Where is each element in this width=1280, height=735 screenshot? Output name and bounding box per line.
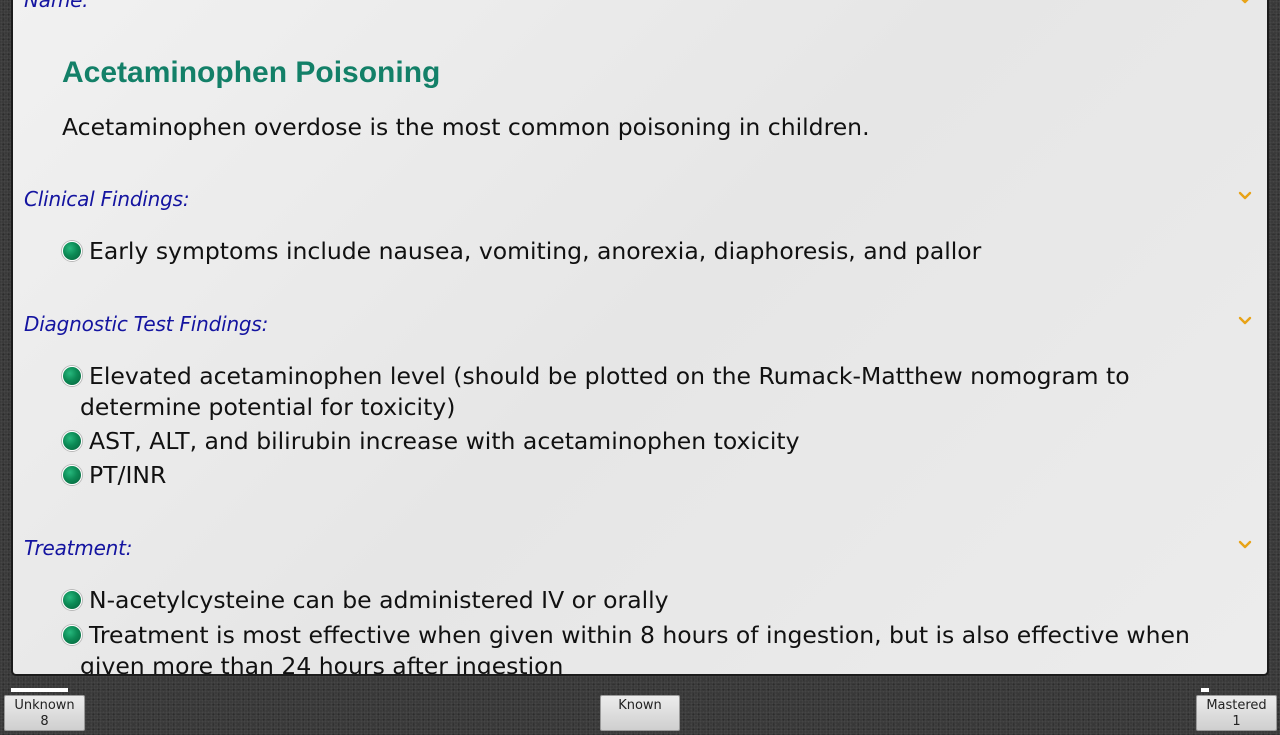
known-button[interactable]: Known [600,695,680,731]
mastered-count: 1 [1232,714,1241,729]
list-item: Treatment is most effective when given w… [62,620,1242,674]
card-intro: Acetaminophen overdose is the most commo… [62,113,870,141]
list-item: AST, ALT, and bilirubin increase with ac… [62,426,1242,457]
list-item: PT/INR [62,460,1242,491]
list-item: N-acetylcysteine can be administered IV … [62,585,1242,616]
green-dot-icon [62,431,82,451]
green-dot-icon [62,625,82,645]
list-item: Early symptoms include nausea, vomiting,… [62,236,1242,267]
unknown-button[interactable]: Unknown 8 [4,695,85,731]
unknown-progress-bar [11,688,68,692]
chevron-down-icon[interactable] [1237,0,1253,8]
mastered-label: Mastered [1206,698,1267,713]
section-header-name[interactable]: Name: [24,0,1253,23]
section-header-diagnostic[interactable]: Diagnostic Test Findings: [24,312,1253,338]
known-label: Known [618,698,662,713]
chevron-down-icon[interactable] [1237,188,1253,204]
section-header-treatment[interactable]: Treatment: [24,536,1253,562]
card-title: Acetaminophen Poisoning [62,56,441,89]
section-label-treatment: Treatment: [24,536,133,560]
green-dot-icon [62,465,82,485]
green-dot-icon [62,241,82,261]
section-header-clinical[interactable]: Clinical Findings: [24,187,1253,213]
unknown-label: Unknown [14,698,75,713]
chevron-down-icon[interactable] [1237,537,1253,553]
flashcard: Name: Acetaminophen Poisoning Acetaminop… [11,0,1269,676]
green-dot-icon [62,366,82,386]
section-label-name: Name: [24,0,89,12]
section-label-clinical: Clinical Findings: [24,187,190,211]
green-dot-icon [62,590,82,610]
section-label-diagnostic: Diagnostic Test Findings: [24,312,269,336]
unknown-count: 8 [40,714,49,729]
chevron-down-icon[interactable] [1237,313,1253,329]
mastered-progress-bar [1201,688,1209,692]
list-item: Elevated acetaminophen level (should be … [62,361,1242,423]
mastered-button[interactable]: Mastered 1 [1196,695,1277,731]
